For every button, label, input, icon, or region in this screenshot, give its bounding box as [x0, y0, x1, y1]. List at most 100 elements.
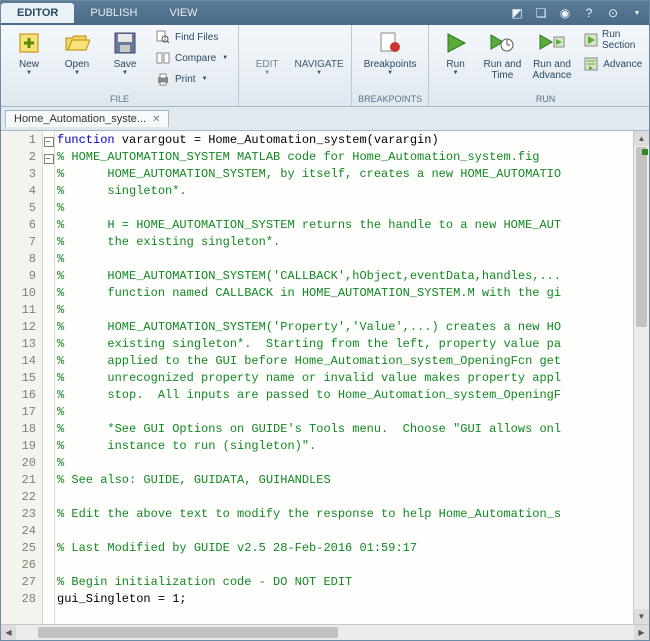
code-line[interactable]: % HOME_AUTOMATION_SYSTEM('Property','Val… — [55, 320, 633, 337]
code-line[interactable]: % See also: GUIDE, GUIDATA, GUIHANDLES — [55, 473, 633, 490]
save-button[interactable]: Save▼ — [103, 27, 147, 76]
line-number: 7 — [1, 235, 42, 252]
line-number-gutter: 1234567891011121314151617181920212223242… — [1, 131, 43, 624]
line-number: 24 — [1, 524, 42, 541]
vertical-scrollbar[interactable]: ▲ ▼ — [633, 131, 649, 624]
ribbon-group-run: Run▼ Run and Time Run and Advance Run Se… — [429, 25, 650, 106]
run-and-advance-button[interactable]: Run and Advance — [529, 27, 576, 81]
code-line[interactable]: % existing singleton*. Starting from the… — [55, 337, 633, 354]
line-number: 28 — [1, 592, 42, 609]
line-number: 3 — [1, 167, 42, 184]
line-number: 16 — [1, 388, 42, 405]
advance-button[interactable]: Advance — [579, 54, 650, 74]
code-line[interactable]: % — [55, 252, 633, 269]
line-number: 12 — [1, 320, 42, 337]
compare-button[interactable]: Compare▼ — [151, 48, 232, 68]
qat-minimize-ribbon-icon[interactable]: ⊙ — [602, 2, 624, 24]
scroll-thumb[interactable] — [38, 627, 338, 638]
code-line[interactable]: % — [55, 201, 633, 218]
run-section-button[interactable]: Run Section — [579, 27, 650, 53]
code-line[interactable] — [55, 490, 633, 507]
run-section-icon — [583, 32, 598, 48]
tab-view[interactable]: VIEW — [153, 3, 213, 23]
qat-insert-icon[interactable]: ◩ — [506, 2, 528, 24]
code-line[interactable]: % function named CALLBACK in HOME_AUTOMA… — [55, 286, 633, 303]
ribbon-group-label: BREAKPOINTS — [358, 92, 422, 106]
horizontal-scrollbar[interactable]: ◀ ▶ — [1, 624, 649, 640]
scroll-right-icon[interactable]: ▶ — [634, 625, 649, 640]
open-button[interactable]: Open▼ — [55, 27, 99, 76]
navigate-button[interactable]: NAVIGATE▼ — [293, 27, 345, 76]
qat-dropdown-icon[interactable]: ▼ — [626, 2, 648, 24]
fold-toggle[interactable] — [43, 133, 54, 150]
code-line[interactable] — [55, 524, 633, 541]
edit-button[interactable]: EDIT▼ — [245, 27, 289, 76]
code-line[interactable]: % — [55, 456, 633, 473]
fold-toggle[interactable] — [43, 150, 54, 167]
code-line[interactable]: % HOME_AUTOMATION_SYSTEM MATLAB code for… — [55, 150, 633, 167]
code-line[interactable]: % Begin initialization code - DO NOT EDI… — [55, 575, 633, 592]
code-line[interactable]: % HOME_AUTOMATION_SYSTEM('CALLBACK',hObj… — [55, 269, 633, 286]
code-line[interactable]: % singleton*. — [55, 184, 633, 201]
fold-toggle — [43, 371, 54, 388]
find-files-button[interactable]: Find Files — [151, 27, 232, 47]
fold-gutter[interactable] — [43, 131, 55, 624]
fold-toggle — [43, 269, 54, 286]
scroll-left-icon[interactable]: ◀ — [1, 625, 16, 640]
fold-toggle — [43, 235, 54, 252]
line-number: 15 — [1, 371, 42, 388]
code-line[interactable]: % unrecognized property name or invalid … — [55, 371, 633, 388]
code-area[interactable]: function varargout = Home_Automation_sys… — [55, 131, 633, 624]
qat-layout-icon[interactable]: ❏ — [530, 2, 552, 24]
code-line[interactable]: % Last Modified by GUIDE v2.5 28-Feb-201… — [55, 541, 633, 558]
code-line[interactable]: % — [55, 303, 633, 320]
file-tab[interactable]: Home_Automation_syste... ✕ — [5, 110, 169, 127]
tab-editor[interactable]: EDITOR — [1, 3, 74, 23]
code-line[interactable] — [55, 558, 633, 575]
scroll-thumb[interactable] — [636, 147, 647, 327]
run-button[interactable]: Run▼ — [435, 27, 476, 76]
breakpoints-button[interactable]: Breakpoints▼ — [360, 27, 420, 76]
code-line[interactable]: % the existing singleton*. — [55, 235, 633, 252]
code-line[interactable]: % stop. All inputs are passed to Home_Au… — [55, 388, 633, 405]
qat-search-icon[interactable]: ◉ — [554, 2, 576, 24]
fold-toggle — [43, 184, 54, 201]
ribbon-group-breakpoints: Breakpoints▼ BREAKPOINTS — [352, 25, 429, 106]
fold-toggle — [43, 541, 54, 558]
compare-icon — [155, 50, 171, 66]
fold-toggle — [43, 303, 54, 320]
code-line[interactable]: gui_Singleton = 1; — [55, 592, 633, 609]
code-line[interactable]: % Edit the above text to modify the resp… — [55, 507, 633, 524]
advance-icon — [583, 56, 599, 72]
code-line[interactable]: % applied to the GUI before Home_Automat… — [55, 354, 633, 371]
scroll-down-icon[interactable]: ▼ — [634, 609, 649, 624]
code-line[interactable]: % instance to run (singleton)". — [55, 439, 633, 456]
print-icon — [155, 71, 171, 87]
tab-publish[interactable]: PUBLISH — [74, 3, 153, 23]
line-number: 2 — [1, 150, 42, 167]
line-number: 20 — [1, 456, 42, 473]
line-number: 8 — [1, 252, 42, 269]
main-tabstrip: EDITOR PUBLISH VIEW ◩ ❏ ◉ ? ⊙ ▼ — [1, 1, 649, 25]
fold-toggle — [43, 218, 54, 235]
code-editor[interactable]: 1234567891011121314151617181920212223242… — [1, 131, 649, 624]
code-line[interactable]: % *See GUI Options on GUIDE's Tools menu… — [55, 422, 633, 439]
code-line[interactable]: % H = HOME_AUTOMATION_SYSTEM returns the… — [55, 218, 633, 235]
code-line[interactable]: % — [55, 405, 633, 422]
fold-toggle — [43, 524, 54, 541]
code-line[interactable]: function varargout = Home_Automation_sys… — [55, 133, 633, 150]
scroll-up-icon[interactable]: ▲ — [634, 131, 649, 146]
run-and-time-button[interactable]: Run and Time — [480, 27, 525, 81]
file-tab-label: Home_Automation_syste... — [14, 113, 146, 125]
ribbon-group-label: FILE — [110, 92, 129, 106]
line-number: 9 — [1, 269, 42, 286]
qat-help-icon[interactable]: ? — [578, 2, 600, 24]
ribbon-group-file: New▼ Open▼ Save▼ Find Files Compare▼ Pri… — [1, 25, 239, 106]
fold-toggle — [43, 167, 54, 184]
code-line[interactable]: % HOME_AUTOMATION_SYSTEM, by itself, cre… — [55, 167, 633, 184]
close-icon[interactable]: ✕ — [152, 114, 160, 125]
new-button[interactable]: New▼ — [7, 27, 51, 76]
print-button[interactable]: Print▼ — [151, 69, 232, 89]
fold-toggle — [43, 320, 54, 337]
fold-toggle — [43, 558, 54, 575]
